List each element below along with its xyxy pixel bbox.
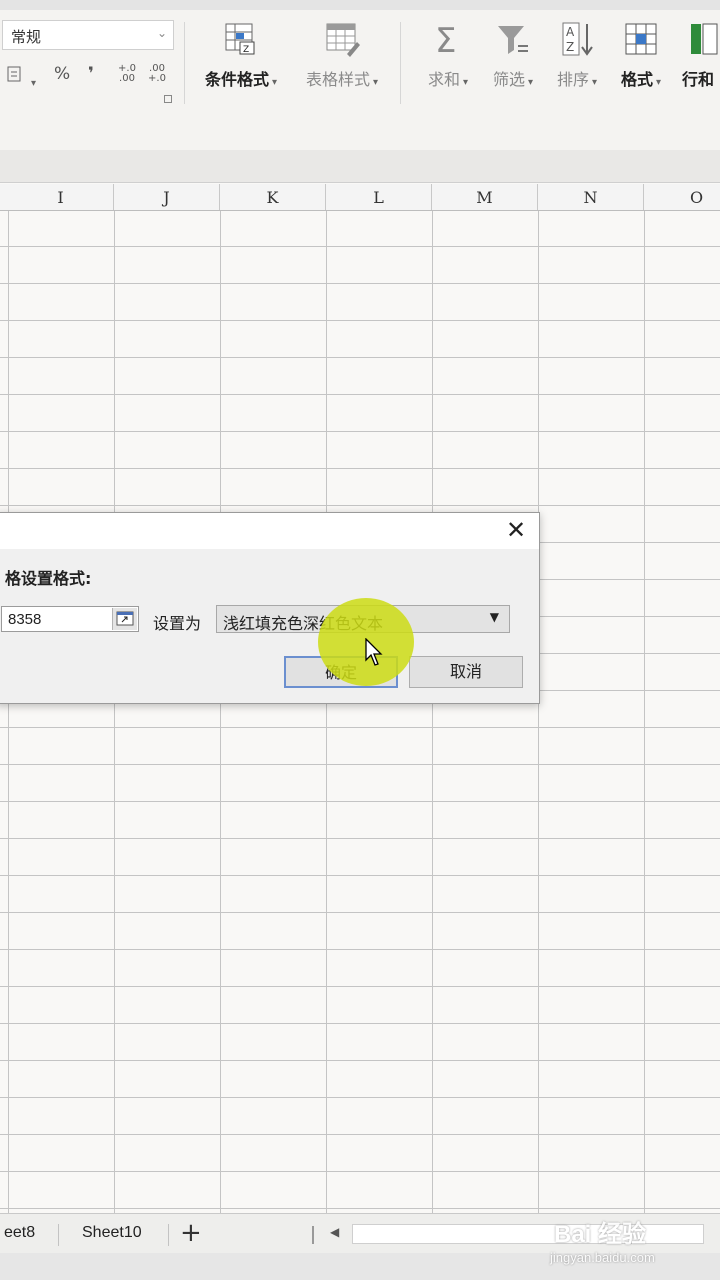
dialog-prompt: 格设置格式: xyxy=(5,569,92,588)
close-icon[interactable]: ✕ xyxy=(503,517,529,543)
reference-value-input[interactable]: 8358 xyxy=(1,606,139,632)
sheet-tab[interactable]: eet8 xyxy=(4,1224,35,1242)
sigma-icon: Σ xyxy=(435,21,456,58)
increase-decimal-button[interactable]: +.0 .00 xyxy=(116,64,138,84)
dropdown-arrow-icon: ▼ xyxy=(489,610,499,624)
reference-value: 8358 xyxy=(8,611,42,628)
rows-columns-icon xyxy=(691,23,718,55)
formula-bar[interactable] xyxy=(0,150,720,183)
conditional-format-icon: Z xyxy=(225,23,255,55)
sort-button[interactable]: A Z 排序 ▾ xyxy=(546,20,608,110)
cell-grid[interactable] xyxy=(0,211,720,1213)
column-header[interactable]: K xyxy=(220,184,326,210)
table-style-icon xyxy=(326,23,360,57)
column-header[interactable]: O xyxy=(644,184,720,210)
number-format-select[interactable]: 常规 ⌄ xyxy=(2,20,174,50)
table-style-button[interactable]: 表格样式 ▾ xyxy=(296,20,388,110)
decrease-decimal-button[interactable]: .00 +.0 xyxy=(146,64,168,84)
column-header[interactable]: L xyxy=(326,184,432,210)
filter-icon xyxy=(498,26,528,54)
number-group-launcher-icon[interactable] xyxy=(164,95,172,103)
tab-divider xyxy=(168,1224,169,1246)
rows-columns-label: 行和 xyxy=(682,70,715,89)
svg-text:Σ: Σ xyxy=(435,21,456,58)
currency-format-button[interactable]: ▾ xyxy=(6,64,36,89)
currency-icon xyxy=(7,66,21,82)
table-style-label: 表格样式 xyxy=(305,70,370,89)
ribbon-tab-strip xyxy=(0,0,720,10)
format-button[interactable]: 格式 ▾ xyxy=(610,20,672,110)
format-grid-icon xyxy=(625,23,657,55)
svg-text:Z: Z xyxy=(243,45,249,55)
tab-splitter[interactable] xyxy=(312,1226,314,1244)
collapse-dialog-icon[interactable] xyxy=(112,608,137,630)
chevron-down-icon: ⌄ xyxy=(156,26,167,40)
column-header[interactable]: J xyxy=(114,184,220,210)
filter-label: 筛选 xyxy=(492,70,525,89)
scroll-left-icon[interactable]: ◀ xyxy=(330,1225,339,1239)
baidu-watermark: Bai 经验 jingyan.baidu.com xyxy=(548,1210,718,1276)
sum-button[interactable]: Σ 求和 ▾ xyxy=(418,20,478,110)
dialog-titlebar[interactable]: ✕ xyxy=(0,513,539,549)
sheet-tab[interactable]: Sheet10 xyxy=(82,1224,142,1242)
sort-label: 排序 xyxy=(556,70,589,89)
set-as-label: 设置为 xyxy=(153,614,202,633)
sort-az-icon: A Z xyxy=(562,22,593,56)
column-header[interactable]: N xyxy=(538,184,644,210)
column-header[interactable]: M xyxy=(432,184,538,210)
rows-columns-button[interactable]: 行和 xyxy=(676,20,720,110)
column-header[interactable]: I xyxy=(8,184,114,210)
watermark-logo: Bai 经验 xyxy=(554,1221,647,1248)
conditional-format-label: 条件格式 xyxy=(204,70,269,89)
svg-text:A: A xyxy=(566,25,575,39)
sum-label: 求和 xyxy=(427,70,460,89)
comma-style-button[interactable]: ❜ xyxy=(88,64,94,88)
conditional-format-dialog: ✕ 格设置格式: 8358 设置为 浅红填充色深红色文本 ▼ 确定 取消 xyxy=(0,512,540,704)
ribbon-separator xyxy=(184,22,185,104)
column-header-row: I J K L M N O xyxy=(0,184,720,211)
tab-divider xyxy=(58,1224,59,1246)
ribbon: 常规 ⌄ ▾ % ❜ +.0 .00 .00 +.0 Z 条件格式 ▾ 表格样式 ▾ xyxy=(0,0,720,151)
ribbon-separator xyxy=(400,22,401,104)
svg-text:Z: Z xyxy=(566,40,574,54)
conditional-format-button[interactable]: Z 条件格式 ▾ xyxy=(194,20,288,110)
add-sheet-button[interactable]: + xyxy=(180,1218,202,1248)
cancel-button[interactable]: 取消 xyxy=(409,656,523,688)
filter-button[interactable]: 筛选 ▾ xyxy=(482,20,544,110)
mouse-cursor-icon xyxy=(365,638,383,666)
format-label: 格式 xyxy=(620,70,653,89)
number-format-value: 常规 xyxy=(11,28,42,46)
percent-button[interactable]: % xyxy=(54,64,70,88)
watermark-url: jingyan.baidu.com xyxy=(550,1250,655,1265)
